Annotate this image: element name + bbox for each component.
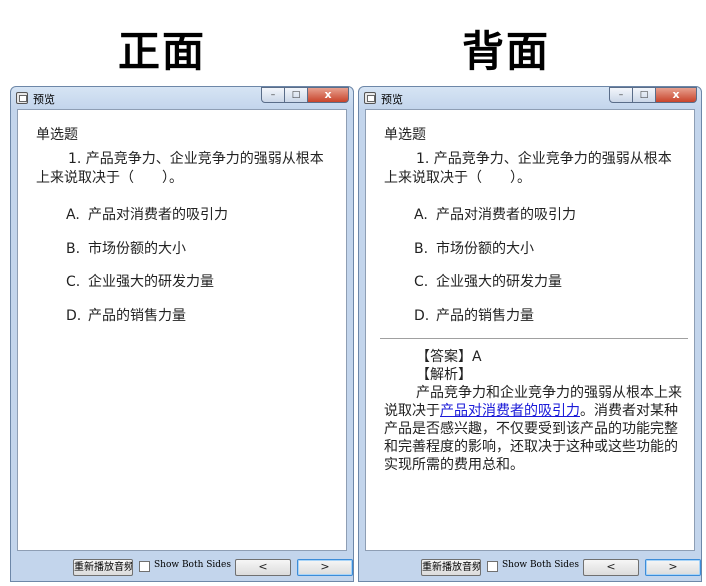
option-text: 市场份额的大小 (436, 241, 534, 257)
close-button[interactable]: x (655, 87, 697, 103)
option-text: 产品对消费者的吸引力 (88, 207, 228, 223)
app-icon (364, 92, 376, 104)
minimize-button[interactable]: – (261, 87, 285, 103)
prev-button[interactable]: < (235, 559, 291, 576)
option-letter: A. (66, 207, 80, 223)
option-c: C. 企业强大的研发力量 (66, 271, 214, 291)
option-text: 产品对消费者的吸引力 (436, 207, 576, 223)
close-button[interactable]: x (307, 87, 349, 103)
replay-audio-button[interactable]: 重新播放音频 (421, 559, 481, 576)
option-text: 市场份额的大小 (88, 241, 186, 257)
question-type: 单选题 (384, 127, 426, 143)
option-letter: B. (66, 241, 81, 257)
option-letter: B. (414, 241, 429, 257)
question-text: 1. 产品竞争力、企业竞争力的强弱从根本上来说取决于（ ）。 (36, 151, 324, 186)
title-bar[interactable]: 预览 – □ x (11, 87, 353, 109)
answer-line: 【答案】A (416, 349, 482, 365)
preview-window-back: 预览 – □ x 单选题 1. 产品竞争力、企业竞争力的强弱从根本上来说取决于（… (358, 86, 702, 582)
maximize-button[interactable]: □ (284, 87, 308, 103)
replay-audio-button[interactable]: 重新播放音频 (73, 559, 133, 576)
option-letter: C. (414, 274, 429, 290)
bottom-toolbar: 重新播放音频 Show Both Sides < > (17, 553, 353, 579)
option-b: B. 市场份额的大小 (414, 238, 534, 258)
option-text: 产品的销售力量 (88, 308, 186, 324)
option-letter: A. (414, 207, 428, 223)
analysis-text: 产品竞争力和企业竞争力的强弱从根本上来说取决于产品对消费者的吸引力。消费者对某种… (384, 384, 682, 474)
minimize-button[interactable]: – (609, 87, 633, 103)
option-text: 企业强大的研发力量 (436, 274, 562, 290)
maximize-button[interactable]: □ (632, 87, 656, 103)
preview-window-front: 预览 – □ x 单选题 1. 产品竞争力、企业竞争力的强弱从根本上来说取决于（… (10, 86, 354, 582)
app-icon (16, 92, 28, 104)
window-title: 预览 (33, 93, 55, 106)
option-letter: C. (66, 274, 81, 290)
option-b: B. 市场份额的大小 (66, 238, 186, 258)
answer-divider (380, 338, 688, 339)
question-text: 1. 产品竞争力、企业竞争力的强弱从根本上来说取决于（ ）。 (384, 151, 672, 186)
show-both-sides-label[interactable]: Show Both Sides (502, 560, 579, 570)
option-a: A. 产品对消费者的吸引力 (66, 204, 228, 224)
card-content: 单选题 1. 产品竞争力、企业竞争力的强弱从根本上来说取决于（ ）。 A. 产品对… (365, 109, 695, 551)
answer-section: 【答案】A 【解析】 产品竞争力和企业竞争力的强弱从根本上来说取决于产品对消费者… (384, 348, 682, 474)
analysis-label: 【解析】 (416, 367, 472, 383)
show-both-sides-label[interactable]: Show Both Sides (154, 560, 231, 570)
back-label: 背面 (462, 27, 551, 76)
window-title: 预览 (381, 93, 403, 106)
show-both-sides-checkbox[interactable] (487, 561, 498, 572)
option-text: 企业强大的研发力量 (88, 274, 214, 290)
option-d: D. 产品的销售力量 (66, 305, 186, 325)
prev-button[interactable]: < (583, 559, 639, 576)
bottom-toolbar: 重新播放音频 Show Both Sides < > (365, 553, 701, 579)
question-type: 单选题 (36, 127, 78, 143)
next-button[interactable]: > (645, 559, 701, 576)
card-content: 单选题 1. 产品竞争力、企业竞争力的强弱从根本上来说取决于（ ）。 A. 产品对… (17, 109, 347, 551)
analysis-link[interactable]: 产品对消费者的吸引力 (440, 403, 580, 419)
option-letter: D. (414, 308, 430, 324)
show-both-sides-checkbox[interactable] (139, 561, 150, 572)
title-bar[interactable]: 预览 – □ x (359, 87, 701, 109)
option-text: 产品的销售力量 (436, 308, 534, 324)
option-letter: D. (66, 308, 82, 324)
option-d: D. 产品的销售力量 (414, 305, 534, 325)
option-a: A. 产品对消费者的吸引力 (414, 204, 576, 224)
option-c: C. 企业强大的研发力量 (414, 271, 562, 291)
front-label: 正面 (118, 27, 207, 76)
next-button[interactable]: > (297, 559, 353, 576)
